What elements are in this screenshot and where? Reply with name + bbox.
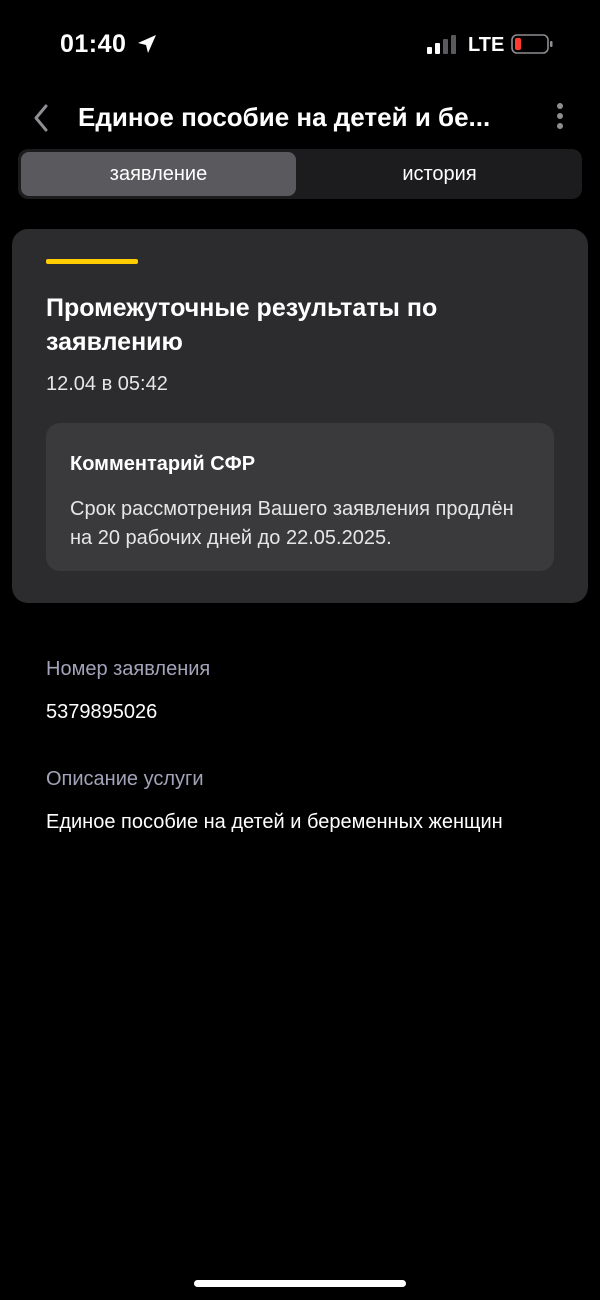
status-bar: 01:40 LTE	[0, 0, 600, 90]
service-description-value: Единое пособие на детей и беременных жен…	[46, 811, 503, 833]
application-number-label: Номер заявления	[46, 658, 211, 680]
status-card: Промежуточные результаты по заявлению 12…	[12, 229, 588, 603]
tab-history[interactable]: история	[300, 152, 579, 196]
status-date: 12.04 в 05:42	[46, 373, 168, 395]
more-vertical-icon	[557, 103, 563, 129]
signal-bars-icon	[427, 35, 456, 54]
location-arrow-icon	[138, 35, 156, 53]
page-title: Единое пособие на детей и бе...	[78, 102, 491, 132]
segmented-tabs: заявление история	[18, 149, 582, 199]
service-description-label: Описание услуги	[46, 768, 204, 790]
nav-header: Единое пособие на детей и бе...	[0, 90, 600, 146]
battery-low-icon	[511, 34, 553, 54]
home-indicator[interactable]	[194, 1280, 406, 1287]
back-button[interactable]	[24, 98, 60, 138]
application-number-value: 5379895026	[46, 701, 158, 723]
comment-box: Комментарий СФР Срок рассмотрения Вашего…	[46, 423, 554, 571]
comment-text: Срок рассмотрения Вашего заявления продл…	[70, 498, 514, 549]
tab-application[interactable]: заявление	[21, 152, 296, 196]
chevron-left-icon	[34, 104, 48, 132]
network-type: LTE	[468, 34, 505, 56]
comment-title: Комментарий СФР	[70, 453, 256, 475]
status-title: Промежуточные результаты по заявлению	[46, 294, 438, 356]
status-time: 01:40	[60, 30, 127, 58]
status-accent-bar	[46, 259, 138, 264]
more-button[interactable]	[548, 98, 572, 138]
